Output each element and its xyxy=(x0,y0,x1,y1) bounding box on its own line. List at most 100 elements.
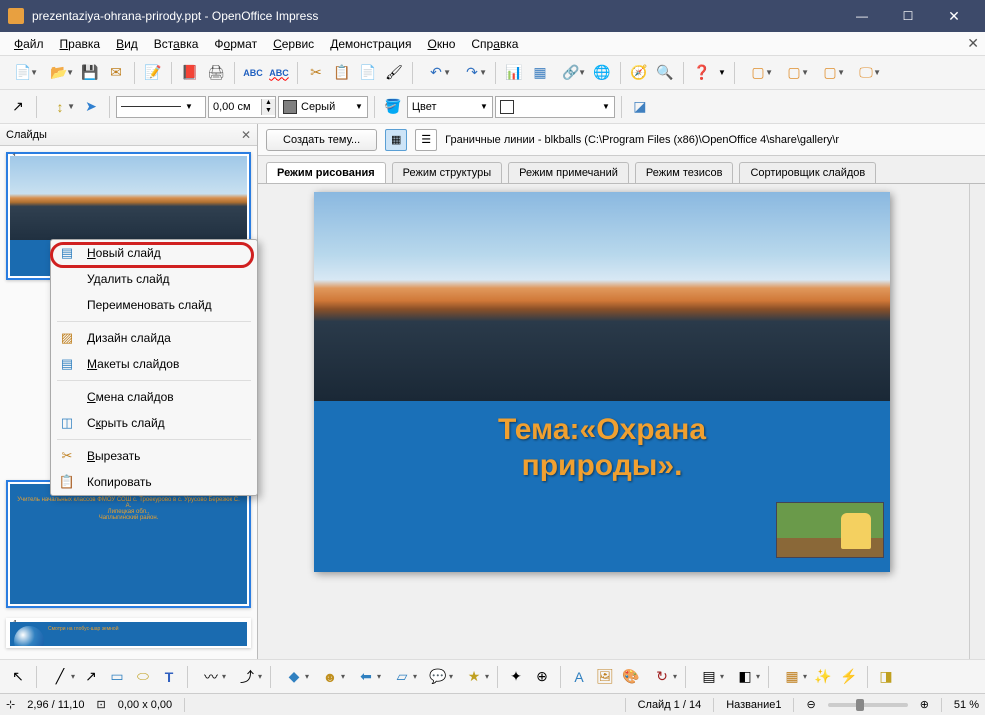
slide-button-2[interactable]: ▢▼ xyxy=(777,61,811,85)
create-theme-button[interactable]: Создать тему... xyxy=(266,129,377,151)
glue-tool[interactable]: ⊕ xyxy=(530,665,554,689)
print-button[interactable]: 🖨 xyxy=(204,61,228,85)
menu-help[interactable]: Справка xyxy=(463,35,526,53)
table-button[interactable]: ▦ xyxy=(528,61,552,85)
hyperlink-button[interactable]: 🔗▼ xyxy=(554,61,588,85)
stars-tool[interactable]: ★▾ xyxy=(457,665,491,689)
ctx-slide-transition[interactable]: Смена слайдов xyxy=(51,384,257,410)
slide-panel-close-button[interactable]: ✕ xyxy=(241,128,251,142)
zoom-in-button[interactable]: ⊕ xyxy=(920,698,929,711)
ctx-slide-design[interactable]: ▨ Дизайн слайда xyxy=(51,325,257,351)
slide-button-1[interactable]: ▢▼ xyxy=(741,61,775,85)
paste-button[interactable]: 📄 xyxy=(356,61,380,85)
slideshow-button[interactable]: 🖵▼ xyxy=(849,61,883,85)
save-button[interactable]: 💾 xyxy=(78,61,102,85)
arrange-tool[interactable]: ◧▾ xyxy=(728,665,762,689)
document-close-button[interactable]: ✕ xyxy=(967,35,979,52)
ctx-hide-slide[interactable]: ◫ Скрыть слайд xyxy=(51,410,257,436)
spellcheck-button[interactable]: ABC xyxy=(241,61,265,85)
line-props-button[interactable]: ↗ xyxy=(6,95,30,119)
fontwork-tool[interactable]: A xyxy=(567,665,591,689)
from-file-tool[interactable]: 🖼 xyxy=(593,665,617,689)
zoom-out-button[interactable]: ⊖ xyxy=(806,698,815,711)
slide-thumb-4[interactable]: 4 Смотри на глобус-шар земной xyxy=(6,618,251,648)
align-tool[interactable]: ▤▾ xyxy=(692,665,726,689)
points-tool[interactable]: ✦ xyxy=(504,665,528,689)
extrusion-tool[interactable]: ◨ xyxy=(874,665,898,689)
chart-button[interactable]: 📊 xyxy=(502,61,526,85)
redo-button[interactable]: ↷▼ xyxy=(455,61,489,85)
help-button[interactable]: ❓ xyxy=(690,61,714,85)
open-button[interactable]: 📂▼ xyxy=(42,61,76,85)
flowchart-tool[interactable]: ▱▾ xyxy=(385,665,419,689)
select-tool[interactable]: ↖ xyxy=(6,665,30,689)
arrow-tool[interactable]: ↗ xyxy=(79,665,103,689)
connector-tool[interactable]: ⤴▾ xyxy=(230,665,264,689)
edit-button[interactable]: 📝 xyxy=(141,61,165,85)
block-arrows-tool[interactable]: ⬅▾ xyxy=(349,665,383,689)
menu-slideshow[interactable]: Демонстрация xyxy=(322,35,419,53)
ctx-delete-slide[interactable]: Удалить слайд xyxy=(51,266,257,292)
menu-view[interactable]: Вид xyxy=(108,35,146,53)
menu-insert[interactable]: Вставка xyxy=(146,35,207,53)
link-button[interactable]: 🌐 xyxy=(590,61,614,85)
tab-outline[interactable]: Режим структуры xyxy=(392,162,503,183)
tab-sorter[interactable]: Сортировщик слайдов xyxy=(739,162,876,183)
menu-edit[interactable]: Правка xyxy=(52,35,109,53)
shadow-button[interactable]: ◪ xyxy=(628,95,652,119)
line-width-field[interactable]: ▲▼ xyxy=(208,96,276,118)
ctx-new-slide[interactable]: ▤ Новый слайд xyxy=(51,240,257,266)
ctx-slide-layouts[interactable]: ▤ Макеты слайдов xyxy=(51,351,257,377)
cut-button[interactable]: ✂ xyxy=(304,61,328,85)
fill-color-combo[interactable]: ▼ xyxy=(495,96,615,118)
minimize-button[interactable]: — xyxy=(839,0,885,32)
curve-tool[interactable]: 〰▾ xyxy=(194,665,228,689)
arrow-end-button[interactable]: ➤ xyxy=(79,95,103,119)
symbol-shapes-tool[interactable]: ☻▾ xyxy=(313,665,347,689)
copy-button[interactable]: 📋 xyxy=(330,61,354,85)
slide-canvas[interactable]: Тема:«Охрана природы». xyxy=(314,192,890,572)
insert-tool[interactable]: ▦▾ xyxy=(775,665,809,689)
theme-view-list-button[interactable]: ☰ xyxy=(415,129,437,151)
menu-tools[interactable]: Сервис xyxy=(265,35,322,53)
rect-tool[interactable]: ▭ xyxy=(105,665,129,689)
callout-tool[interactable]: 💬▾ xyxy=(421,665,455,689)
navigator-button[interactable]: 🧭 xyxy=(627,61,651,85)
area-button[interactable]: 🪣 xyxy=(381,95,405,119)
format-paintbrush-button[interactable]: 🖌 xyxy=(382,61,406,85)
spin-down[interactable]: ▼ xyxy=(261,107,275,115)
close-button[interactable]: ✕ xyxy=(931,0,977,32)
tab-notes[interactable]: Режим примечаний xyxy=(508,162,629,183)
zoom-button[interactable]: 🔍 xyxy=(653,61,677,85)
autospell-button[interactable]: ABC xyxy=(267,61,291,85)
slide-button-3[interactable]: ▢▼ xyxy=(813,61,847,85)
arrow-style-button[interactable]: ↕▼ xyxy=(43,95,77,119)
tab-drawing[interactable]: Режим рисования xyxy=(266,162,386,183)
line-style-combo[interactable]: ▼ xyxy=(116,96,206,118)
line-tool[interactable]: ╱▾ xyxy=(43,665,77,689)
ellipse-tool[interactable]: ⬭ xyxy=(131,665,155,689)
new-document-button[interactable]: 📄▼ xyxy=(6,61,40,85)
menu-window[interactable]: Окно xyxy=(419,35,463,53)
maximize-button[interactable]: ☐ xyxy=(885,0,931,32)
tab-handout[interactable]: Режим тезисов xyxy=(635,162,734,183)
menu-format[interactable]: Формат xyxy=(206,35,265,53)
ctx-copy[interactable]: 📋 Копировать xyxy=(51,469,257,495)
status-zoom[interactable]: 51 % xyxy=(954,699,979,711)
text-tool[interactable]: T xyxy=(157,665,181,689)
gallery-tool[interactable]: 🎨 xyxy=(619,665,643,689)
help-dropdown[interactable]: ▼ xyxy=(716,61,728,85)
spin-up[interactable]: ▲ xyxy=(261,99,275,107)
interaction-tool[interactable]: ⚡ xyxy=(837,665,861,689)
basic-shapes-tool[interactable]: ◆▾ xyxy=(277,665,311,689)
email-button[interactable]: ✉ xyxy=(104,61,128,85)
zoom-slider[interactable] xyxy=(828,703,908,707)
ctx-cut[interactable]: ✂ Вырезать xyxy=(51,443,257,469)
menu-file[interactable]: Файл xyxy=(6,35,52,53)
slide-thumb-3[interactable]: АВТОР: Учитель начальных классов ФМОУ СО… xyxy=(6,480,251,608)
theme-view-icons-button[interactable]: ▦ xyxy=(385,129,407,151)
animation-tool[interactable]: ✨ xyxy=(811,665,835,689)
export-pdf-button[interactable]: 📕 xyxy=(178,61,202,85)
undo-button[interactable]: ↶▼ xyxy=(419,61,453,85)
fill-type-combo[interactable]: Цвет ▼ xyxy=(407,96,493,118)
